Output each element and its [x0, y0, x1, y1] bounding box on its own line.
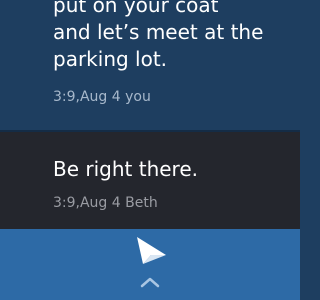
chevron-up-icon[interactable]: [139, 275, 161, 289]
message-text: Be right there.: [53, 157, 198, 181]
message-meta: 3:9,Aug 4 you: [53, 88, 151, 106]
message-received[interactable]: Be right there. 3:9,Aug 4 Beth: [0, 132, 300, 229]
compose-bar[interactable]: [0, 229, 300, 300]
send-icon[interactable]: [134, 235, 168, 265]
watch-screen: put on your coat and let’s meet at the p…: [0, 0, 300, 300]
message-meta: 3:9,Aug 4 Beth: [53, 194, 158, 212]
message-sender: Beth: [125, 195, 158, 211]
message-timestamp: 3:9,Aug 4: [53, 195, 121, 211]
message-sent[interactable]: put on your coat and let’s meet at the p…: [0, 0, 300, 130]
message-timestamp: 3:9,Aug 4: [53, 89, 121, 105]
message-text: put on your coat and let’s meet at the p…: [53, 0, 264, 71]
message-sender: you: [125, 89, 151, 105]
